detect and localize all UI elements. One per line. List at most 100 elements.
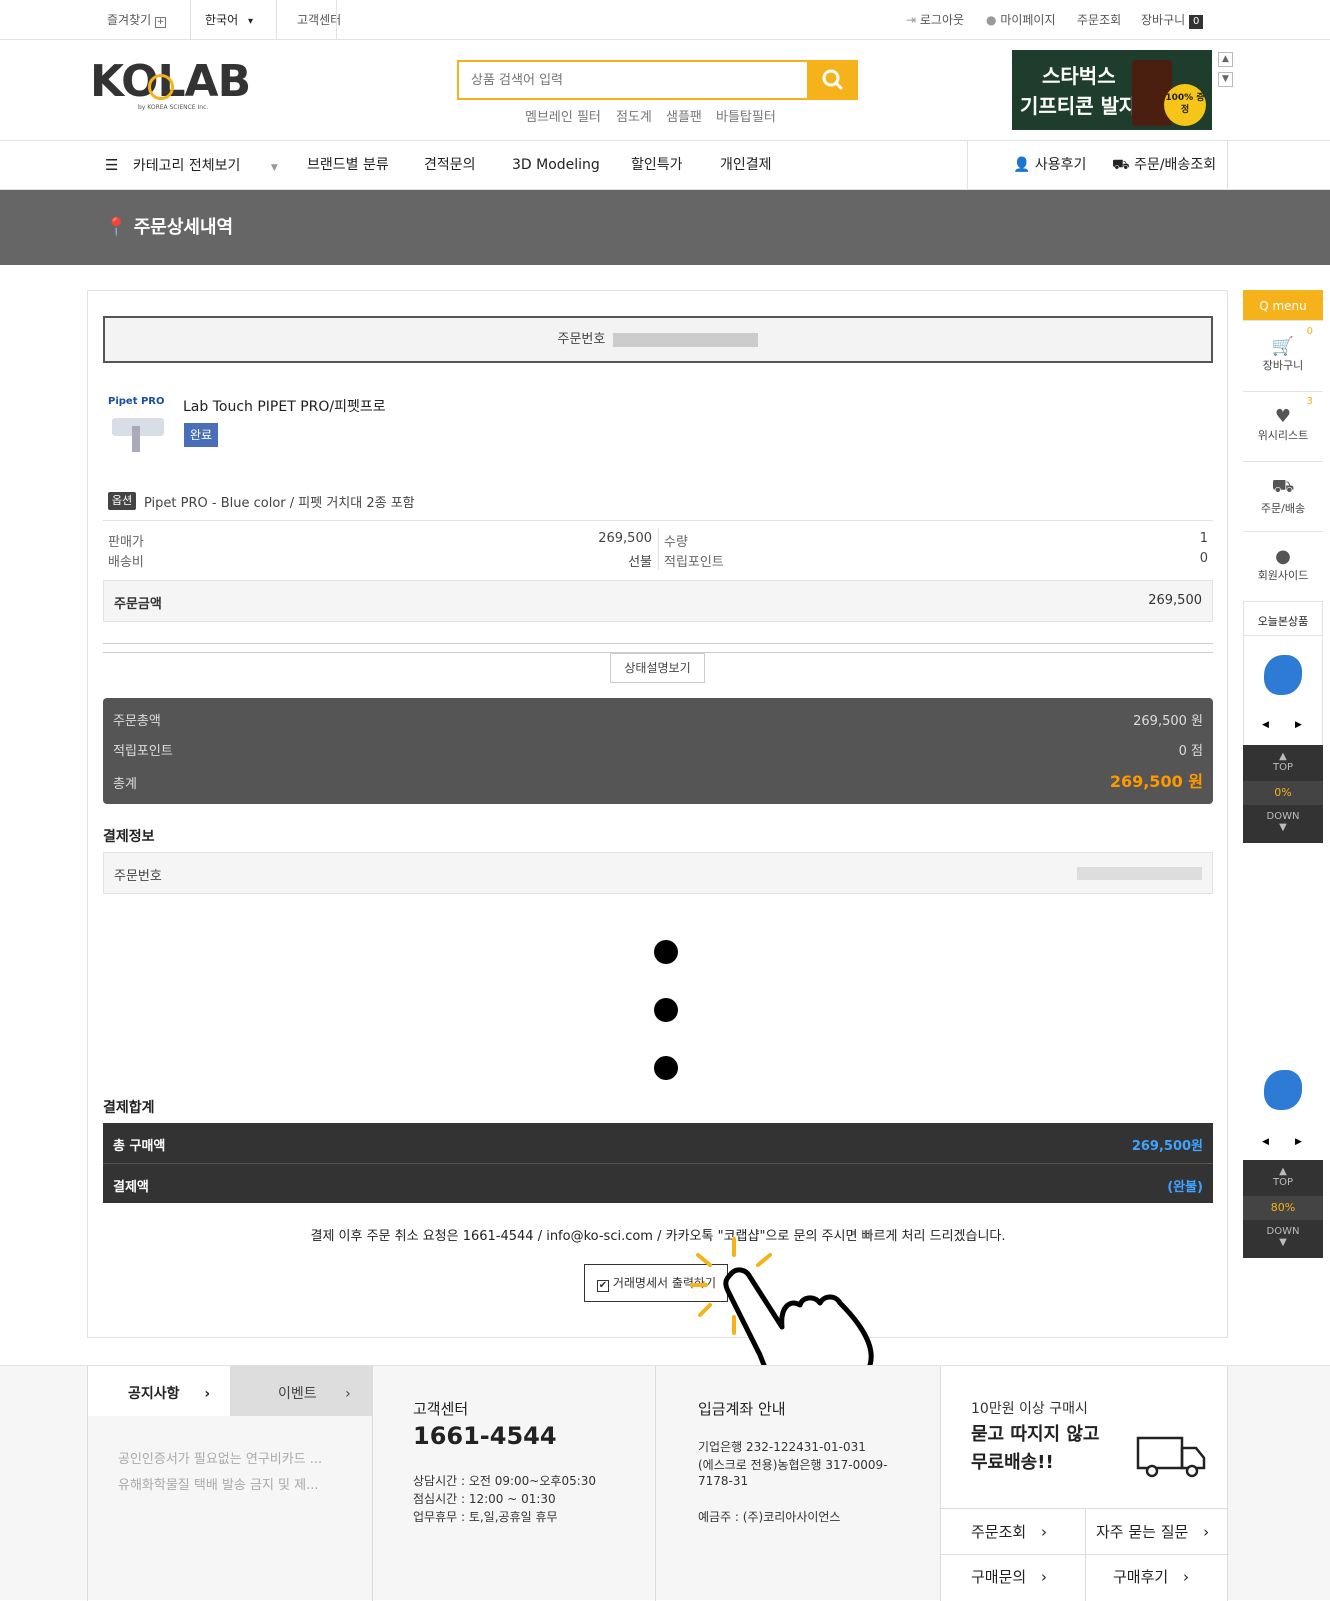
footer-review-link[interactable]: 구매후기 › (1113, 1566, 1189, 1587)
scroll-top-button[interactable]: ▲ TOP (1243, 745, 1323, 781)
search-icon (822, 69, 843, 90)
nav-reviews-link[interactable]: 👤 사용후기 (1013, 141, 1086, 189)
product-thumbnail[interactable]: Pipet PRO (108, 396, 168, 456)
cart-link[interactable]: 장바구니 0 (1141, 0, 1204, 40)
footer-cs-column: 고객센터 1661-4544 상담시간 : 오전 09:00~오후05:30 점… (372, 1366, 655, 1601)
kolab-logo[interactable]: KOLAB by KOREA SCIENCE Inc. (90, 60, 251, 112)
prev-arrow-icon[interactable]: ◀ (1262, 720, 1269, 730)
user-edit-icon: 👤 (1013, 157, 1031, 173)
notice-item[interactable]: 공인인증서가 필요없는 연구비카드 ... (118, 1448, 322, 1467)
recent-product-thumbnail[interactable] (1264, 1070, 1302, 1110)
tab-notice-label: 공지사항 (128, 1386, 180, 1402)
checkbox-icon: ✔ (597, 1280, 609, 1292)
promo-banner[interactable]: 스타벅스 기프티콘 발자 100% 증정 (1012, 50, 1212, 130)
footer-inquiry-link[interactable]: 구매문의 › (971, 1566, 1047, 1587)
caret-down-icon: ▼ (1279, 1237, 1287, 1248)
prev-arrow-icon[interactable]: ◀ (1262, 1137, 1269, 1147)
bookmark-link[interactable]: 즐겨찾기 + (107, 0, 166, 40)
order-summary-box: 주문총액 269,500 원 적립포인트 0 점 총계 269,500 원 (103, 698, 1213, 804)
nav-order-delivery-link[interactable]: ⛟ 주문/배송조회 (1112, 141, 1216, 189)
caret-up-icon: ▲ (1279, 751, 1287, 762)
next-arrow-icon[interactable]: ▶ (1295, 1137, 1302, 1147)
payment-order-number-row: 주문번호 (103, 852, 1213, 894)
keyword-link[interactable]: 점도계 (616, 106, 652, 125)
scroll-down-button[interactable]: DOWN ▼ (1243, 1220, 1323, 1258)
hamburger-icon: ☰ (105, 156, 119, 174)
footer-notice-column: 공지사항 › 이벤트 › 공인인증서가 필요없는 연구비카드 ... 유해화학물… (87, 1366, 373, 1601)
product-name[interactable]: Lab Touch PIPET PRO/피펫프로 (183, 396, 386, 416)
search-button[interactable] (807, 60, 858, 100)
order-amount-row: 주문금액 269,500 (103, 580, 1213, 622)
qmenu-wishlist[interactable]: ♥ 위시리스트 3 (1243, 392, 1323, 462)
mypage-link[interactable]: ● 마이페이지 (986, 0, 1056, 40)
caret-up-icon: ▲ (1279, 1166, 1287, 1177)
purchase-total-label: 총 구매액 (113, 1139, 166, 1154)
customer-center-link[interactable]: 고객센터 (297, 0, 341, 40)
truck-icon: ⛟ (1271, 476, 1295, 497)
user-circle-icon: ● (1275, 546, 1291, 567)
order-amount-label: 주문금액 (114, 597, 162, 612)
search-input[interactable] (459, 62, 799, 98)
footer-shipping-column: 10만원 이상 구매시 묻고 따지지 않고 무료배송!! 주문조회 › 자주 묻… (940, 1366, 1229, 1601)
reviews-label: 사용후기 (1034, 157, 1087, 173)
delivery-truck-icon (1136, 1436, 1206, 1478)
tab-event[interactable]: 이벤트 › (278, 1383, 351, 1403)
paid-amount-value: (완불) (1167, 1180, 1203, 1195)
footer: 공지사항 › 이벤트 › 공인인증서가 필요없는 연구비카드 ... 유해화학물… (0, 1365, 1330, 1601)
summary-points-value: 0 점 (1178, 744, 1203, 759)
status-explain-button[interactable]: 상태설명보기 (610, 653, 705, 683)
all-categories-button[interactable]: ☰ 카테고리 전체보기 ▼ (105, 141, 278, 189)
notice-item[interactable]: 유해화학물질 택배 발송 금지 및 제... (118, 1474, 319, 1493)
qmenu-cart-count: 0 (1306, 326, 1313, 337)
page-title-text: 주문상세내역 (133, 217, 234, 238)
nav-item-quote[interactable]: 견적문의 (424, 141, 476, 189)
footer-review-label: 구매후기 (1113, 1568, 1169, 1586)
keyword-link[interactable]: 샘플팬 (666, 106, 702, 125)
scroll-down-button[interactable]: DOWN ▼ (1243, 805, 1323, 843)
footer-faq-label: 자주 묻는 질문 (1096, 1523, 1189, 1541)
qmenu-cart-label: 장바구니 (1262, 359, 1304, 372)
top-utility-bar: 즐겨찾기 + 한국어 ▾ 고객센터 ⇥ 로그아웃 ● 마이페이지 주문조회 장바… (0, 0, 1330, 40)
recent-product-thumbnail[interactable] (1264, 655, 1302, 695)
summary-total-label: 주문총액 (113, 714, 161, 729)
main-nav: ☰ 카테고리 전체보기 ▼ 브랜드별 분류 견적문의 3D Modeling 할… (0, 140, 1330, 190)
paid-amount-label: 결제액 (113, 1180, 149, 1195)
bank-line3: 7178-31 (698, 1474, 749, 1488)
qmenu-cart[interactable]: 🛒 장바구니 0 (1243, 322, 1323, 392)
quantity-value: 1 (1199, 531, 1208, 546)
nav-item-brand[interactable]: 브랜드별 분류 (307, 141, 389, 189)
order-lookup-link[interactable]: 주문조회 (1077, 0, 1121, 40)
tab-notice[interactable]: 공지사항 › (128, 1383, 210, 1403)
scroll-top-label: TOP (1272, 1177, 1293, 1188)
title-band: 📍 주문상세내역 (0, 190, 1330, 265)
plus-box-icon: + (155, 17, 166, 28)
cs-holiday: 업무휴무 : 토,일,공휴일 휴무 (413, 1510, 558, 1524)
logout-link[interactable]: ⇥ 로그아웃 (906, 0, 964, 40)
language-select[interactable]: 한국어 ▾ (205, 0, 253, 40)
nav-item-personal-payment[interactable]: 개인결제 (720, 141, 772, 189)
order-number-label: 주문번호 (557, 332, 606, 347)
keyword-link[interactable]: 멤브레인 필터 (525, 106, 601, 125)
qmenu-member-label: 회원사이드 (1257, 569, 1309, 582)
points-value: 0 (1199, 551, 1208, 566)
nav-item-discount[interactable]: 할인특가 (631, 141, 683, 189)
scroll-top-button[interactable]: ▲ TOP (1243, 1160, 1323, 1196)
location-pin-icon: 📍 (105, 217, 128, 238)
next-arrow-icon[interactable]: ▶ (1295, 720, 1302, 730)
free-shipping-line2: 묻고 따지지 않고 (971, 1424, 1100, 1445)
nav-item-3d-modeling[interactable]: 3D Modeling (512, 141, 600, 189)
qmenu-order-delivery[interactable]: ⛟ 주문/배송 (1243, 462, 1323, 532)
banner-up-button[interactable]: ▲ (1218, 52, 1233, 67)
bank-line1: 기업은행 232-122431-01-031 (698, 1440, 866, 1454)
keyword-link[interactable]: 바틀탑필터 (716, 106, 776, 125)
footer-order-lookup-link[interactable]: 주문조회 › (971, 1521, 1047, 1542)
qmenu-order-delivery-label: 주문/배송 (1260, 502, 1306, 515)
purchase-total-value: 269,500원 (1131, 1139, 1203, 1154)
scroll-down-label: DOWN (1266, 811, 1300, 822)
banner-down-button[interactable]: ▼ (1218, 72, 1233, 87)
bank-title: 입금계좌 안내 (698, 1400, 786, 1418)
product-brand: Pipet PRO (108, 396, 165, 407)
qmenu-member[interactable]: ● 회원사이드 (1243, 532, 1323, 602)
footer-faq-link[interactable]: 자주 묻는 질문 › (1096, 1521, 1209, 1542)
cs-title: 고객센터 (413, 1400, 469, 1418)
